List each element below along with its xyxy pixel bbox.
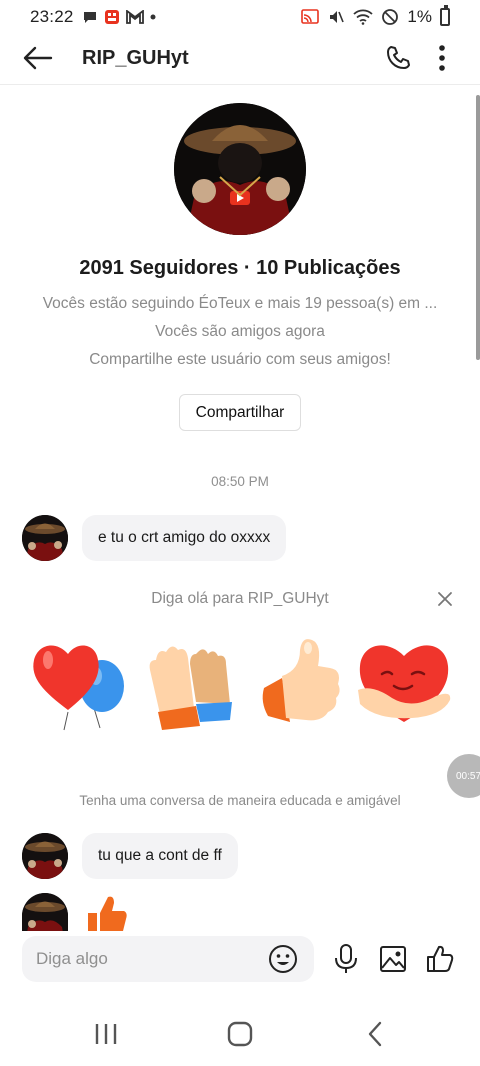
sender-avatar[interactable] — [22, 833, 68, 879]
mutual-following-info[interactable]: Vocês estão seguindo ÉoTeux e mais 19 pe… — [0, 295, 480, 313]
message-bubble[interactable]: tu que a cont de ff — [82, 833, 238, 879]
more-vertical-icon — [439, 45, 445, 71]
cast-icon — [301, 9, 320, 25]
phone-icon — [387, 46, 410, 69]
more-options-button[interactable] — [422, 38, 462, 78]
gmail-icon — [125, 10, 144, 24]
message-input[interactable] — [36, 949, 256, 969]
smiley-icon — [269, 945, 297, 973]
thumbs-up-sticker[interactable] — [252, 630, 356, 734]
heart-balloons-sticker[interactable] — [24, 630, 128, 734]
status-bar: 23:22 1% — [0, 0, 480, 34]
microphone-icon — [335, 944, 357, 973]
more-notifications-dot — [150, 14, 156, 20]
chevron-left-icon — [368, 1021, 382, 1047]
arrow-left-icon — [23, 46, 53, 70]
battery-icon — [440, 5, 450, 26]
floating-video-timer[interactable]: 00:57 — [447, 754, 480, 798]
home-button[interactable] — [220, 1016, 260, 1052]
scrollbar[interactable] — [476, 95, 480, 360]
recent-apps-button[interactable] — [86, 1016, 126, 1052]
close-say-hi-button[interactable] — [432, 586, 458, 612]
voice-message-button[interactable] — [327, 940, 365, 978]
chat-header: RIP_GUHyt — [0, 34, 480, 82]
profile-avatar[interactable] — [174, 103, 306, 235]
mute-icon — [327, 8, 345, 26]
send-like-button[interactable] — [421, 940, 459, 978]
battery-percent: 1% — [407, 7, 432, 26]
recent-apps-icon — [95, 1024, 117, 1044]
thumbs-up-icon — [88, 896, 127, 931]
like-message[interactable] — [84, 893, 130, 931]
sender-avatar[interactable] — [22, 893, 68, 931]
system-navigation-bar — [0, 1000, 480, 1066]
polite-notice: Tenha uma conversa de maneira educada e … — [79, 793, 401, 808]
emoji-button[interactable] — [268, 944, 298, 974]
sender-avatar[interactable] — [22, 515, 68, 561]
message-composer — [22, 936, 314, 982]
close-icon — [438, 592, 452, 606]
app-notification-icon — [104, 9, 120, 25]
share-prompt: Compartilhe este usuário com seus amigos… — [89, 351, 391, 368]
header-divider — [0, 84, 480, 85]
system-back-button[interactable] — [355, 1016, 395, 1052]
friends-status: Vocês são amigos agora — [155, 323, 325, 340]
profile-stats: 2091 Seguidores · 10 Publicações — [79, 257, 401, 279]
message-timestamp: 08:50 PM — [211, 474, 269, 489]
say-hi-prompt: Diga olá para RIP_GUHyt — [151, 590, 329, 607]
high-five-sticker[interactable] — [138, 630, 242, 734]
status-time: 23:22 — [30, 7, 74, 26]
image-icon — [380, 946, 406, 972]
home-icon — [227, 1021, 253, 1047]
back-button[interactable] — [18, 38, 58, 78]
wifi-icon — [353, 9, 374, 25]
hugging-heart-sticker[interactable] — [352, 630, 456, 734]
thumbs-up-outline-icon — [427, 945, 454, 972]
gallery-button[interactable] — [374, 940, 412, 978]
do-not-disturb-icon — [381, 8, 399, 26]
call-button[interactable] — [378, 38, 418, 78]
chat-notification-icon — [82, 9, 98, 25]
message-bubble[interactable]: e tu o crt amigo do oxxxx — [82, 515, 287, 561]
share-button[interactable]: Compartilhar — [179, 394, 301, 431]
chat-title[interactable]: RIP_GUHyt — [82, 47, 189, 70]
